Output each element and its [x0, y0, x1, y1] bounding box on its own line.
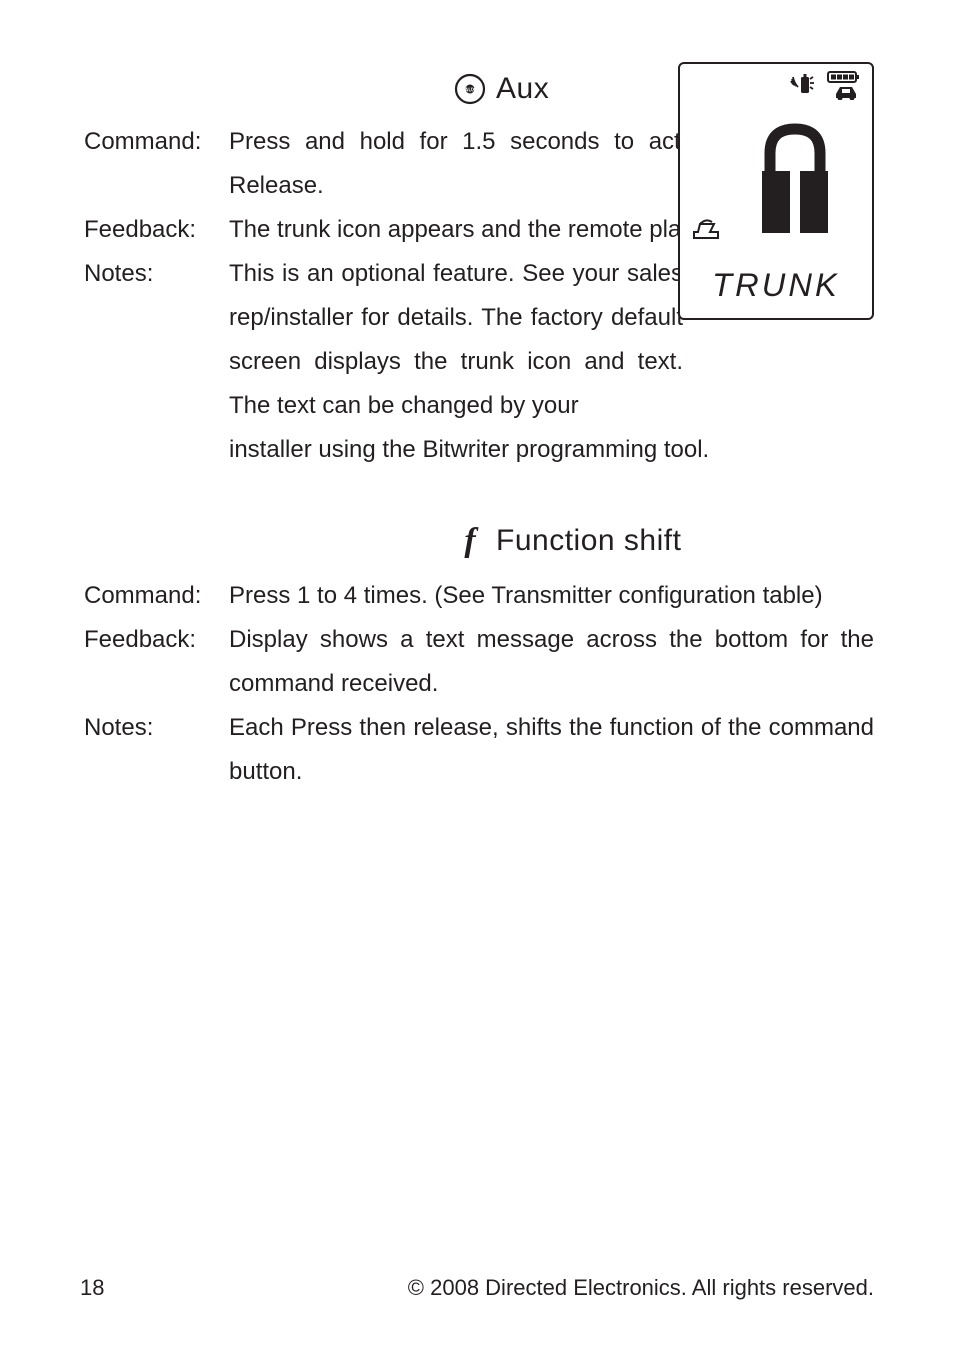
function-shift-content: Command: Press 1 to 4 times. (See Transm…	[84, 574, 874, 794]
fs-notes-text: Each Press then release, shifts the func…	[229, 706, 874, 794]
padlock-icon	[750, 121, 840, 246]
command-label: Command:	[84, 574, 229, 618]
command-label: Command:	[84, 120, 229, 164]
feedback-label: Feedback:	[84, 208, 229, 252]
feedback-label: Feedback:	[84, 618, 229, 662]
function-f-icon: f	[454, 522, 486, 560]
notes-label: Notes:	[84, 706, 229, 750]
function-shift-title: Function shift	[496, 524, 681, 558]
remote-screen-illustration: TRUNK	[678, 62, 874, 320]
page-footer: 18 © 2008 Directed Electronics. All righ…	[80, 1275, 874, 1301]
fs-command-row: Command: Press 1 to 4 times. (See Transm…	[84, 574, 874, 618]
screen-status-row	[692, 74, 860, 100]
aux-title: Aux	[496, 72, 549, 106]
screen-text-label: TRUNK	[690, 267, 861, 304]
notes-label: Notes:	[84, 252, 229, 296]
fs-feedback-row: Feedback: Display shows a text message a…	[84, 618, 874, 706]
signal-icon	[790, 73, 820, 102]
copyright-text: © 2008 Directed Electronics. All rights …	[408, 1275, 874, 1301]
svg-text:AUX: AUX	[465, 88, 476, 94]
fs-notes-row: Notes: Each Press then release, shifts t…	[84, 706, 874, 794]
fs-command-text: Press 1 to 4 times. (See Transmitter con…	[229, 574, 874, 618]
function-shift-header: f Function shift	[84, 522, 874, 560]
page-number: 18	[80, 1275, 104, 1301]
trunk-open-icon	[692, 218, 720, 247]
fs-feedback-text: Display shows a text message across the …	[229, 618, 874, 706]
aux-icon: AUX	[454, 73, 486, 105]
screen-center-row	[692, 100, 860, 267]
